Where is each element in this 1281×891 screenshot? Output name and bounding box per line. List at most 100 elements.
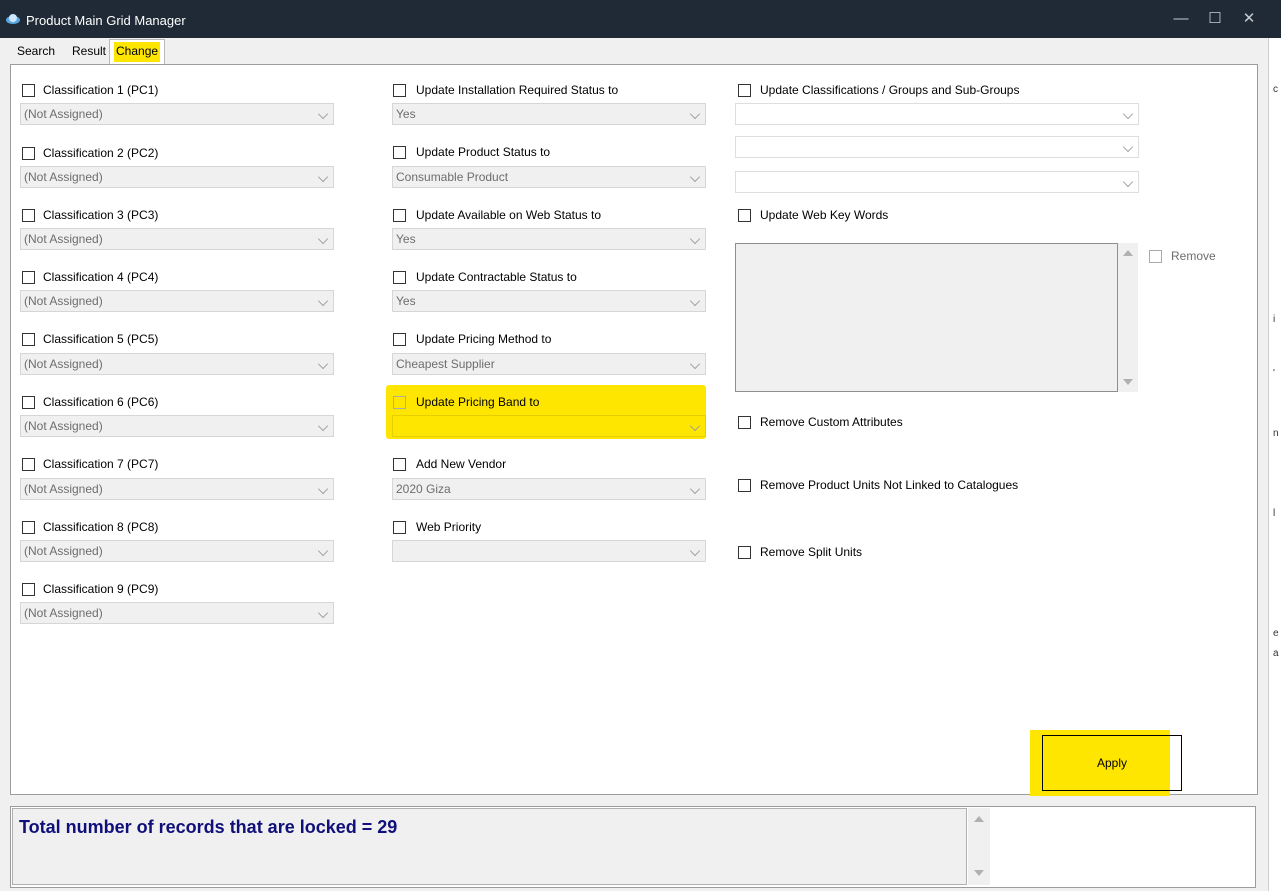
remove-custom-attributes-checkbox[interactable] [738, 416, 751, 429]
remove-product-units-label: Remove Product Units Not Linked to Catal… [760, 478, 1019, 492]
web-key-words-label: Update Web Key Words [760, 208, 889, 222]
dropdown-value: 2020 Giza [396, 482, 451, 496]
scroll-up-icon[interactable] [1123, 250, 1133, 256]
classification-2-label: Classification 2 (PC2) [43, 146, 159, 160]
dropdown-value: (Not Assigned) [24, 107, 103, 121]
dropdown-value: Yes [396, 107, 416, 121]
chevron-down-icon [689, 233, 701, 245]
contractable-status-label: Update Contractable Status to [416, 270, 577, 284]
web-priority-checkbox[interactable] [393, 521, 406, 534]
bg-text: ' [1273, 368, 1275, 379]
dropdown-value: (Not Assigned) [24, 357, 103, 371]
add-new-vendor-dropdown[interactable]: 2020 Giza [392, 478, 706, 500]
classification-4-label: Classification 4 (PC4) [43, 270, 159, 284]
classification-8-dropdown[interactable]: (Not Assigned) [20, 540, 334, 562]
chevron-down-icon [317, 420, 329, 432]
chevron-down-icon [317, 607, 329, 619]
classification-group-dropdown[interactable] [735, 103, 1139, 125]
sub-group-dropdown[interactable] [735, 171, 1139, 193]
chevron-down-icon [1122, 141, 1134, 153]
tab-change[interactable]: Change [109, 39, 166, 64]
chevron-down-icon [317, 358, 329, 370]
remove-split-units-label: Remove Split Units [760, 545, 863, 559]
chevron-down-icon [689, 108, 701, 120]
classification-5-checkbox[interactable] [22, 333, 35, 346]
dropdown-value: (Not Assigned) [24, 232, 103, 246]
scroll-down-icon[interactable] [974, 870, 984, 876]
maximize-button[interactable]: ☐ [1202, 8, 1228, 30]
dropdown-value: (Not Assigned) [24, 419, 103, 433]
status-scrollbar[interactable] [968, 808, 990, 885]
add-new-vendor-checkbox[interactable] [393, 458, 406, 471]
dropdown-value: Consumable Product [396, 170, 509, 184]
available-on-web-dropdown[interactable]: Yes [392, 228, 706, 250]
web-key-words-checkbox[interactable] [738, 209, 751, 222]
contractable-status-dropdown[interactable]: Yes [392, 290, 706, 312]
chevron-down-icon [317, 171, 329, 183]
classification-7-label: Classification 7 (PC7) [43, 457, 159, 471]
keywords-scrollbar[interactable] [1118, 243, 1138, 392]
classification-9-label: Classification 9 (PC9) [43, 582, 159, 596]
dropdown-value: (Not Assigned) [24, 606, 103, 620]
pricing-method-checkbox[interactable] [393, 333, 406, 346]
available-on-web-label: Update Available on Web Status to [416, 208, 602, 222]
product-status-checkbox[interactable] [393, 146, 406, 159]
classification-4-dropdown[interactable]: (Not Assigned) [20, 290, 334, 312]
background-window-edge: c i ' n l e a [1268, 38, 1281, 891]
pricing-band-label: Update Pricing Band to [416, 395, 540, 409]
available-on-web-checkbox[interactable] [393, 209, 406, 222]
classification-6-dropdown[interactable]: (Not Assigned) [20, 415, 334, 437]
bg-text: l [1273, 508, 1276, 519]
contractable-status-checkbox[interactable] [393, 271, 406, 284]
scroll-down-icon[interactable] [1123, 379, 1133, 385]
pricing-method-dropdown[interactable]: Cheapest Supplier [392, 353, 706, 375]
classification-7-checkbox[interactable] [22, 458, 35, 471]
dropdown-value: Cheapest Supplier [396, 357, 495, 371]
update-groups-checkbox[interactable] [738, 84, 751, 97]
remove-product-units-checkbox[interactable] [738, 479, 751, 492]
locked-records-text: Total number of records that are locked … [19, 817, 398, 837]
classification-9-dropdown[interactable]: (Not Assigned) [20, 602, 334, 624]
chevron-down-icon [689, 483, 701, 495]
tab-result[interactable]: Result [72, 44, 106, 58]
dropdown-value: (Not Assigned) [24, 294, 103, 308]
bg-text: i [1273, 314, 1276, 325]
product-status-dropdown[interactable]: Consumable Product [392, 166, 706, 188]
remove-keywords-checkbox[interactable] [1149, 250, 1162, 263]
classification-2-dropdown[interactable]: (Not Assigned) [20, 166, 334, 188]
dropdown-value: (Not Assigned) [24, 482, 103, 496]
scroll-up-icon[interactable] [974, 816, 984, 822]
chevron-down-icon [317, 545, 329, 557]
classification-5-dropdown[interactable]: (Not Assigned) [20, 353, 334, 375]
web-key-words-textarea[interactable] [735, 243, 1118, 392]
classification-8-checkbox[interactable] [22, 521, 35, 534]
pricing-band-dropdown[interactable] [392, 415, 706, 437]
classification-4-checkbox[interactable] [22, 271, 35, 284]
remove-custom-attributes-label: Remove Custom Attributes [760, 415, 903, 429]
apply-button[interactable]: Apply [1042, 735, 1182, 791]
remove-split-units-checkbox[interactable] [738, 546, 751, 559]
installation-required-dropdown[interactable]: Yes [392, 103, 706, 125]
chevron-down-icon [1122, 108, 1134, 120]
pricing-band-checkbox[interactable] [393, 396, 406, 409]
classification-3-checkbox[interactable] [22, 209, 35, 222]
classification-2-checkbox[interactable] [22, 147, 35, 160]
dropdown-value: Yes [396, 294, 416, 308]
tab-search[interactable]: Search [17, 44, 55, 58]
classification-6-checkbox[interactable] [22, 396, 35, 409]
classification-3-dropdown[interactable]: (Not Assigned) [20, 228, 334, 250]
minimize-button[interactable]: — [1168, 8, 1194, 30]
classification-3-label: Classification 3 (PC3) [43, 208, 159, 222]
web-priority-dropdown[interactable] [392, 540, 706, 562]
installation-required-checkbox[interactable] [393, 84, 406, 97]
classification-1-label: Classification 1 (PC1) [43, 83, 159, 97]
classification-1-dropdown[interactable]: (Not Assigned) [20, 103, 334, 125]
classification-1-checkbox[interactable] [22, 84, 35, 97]
close-button[interactable]: ✕ [1236, 8, 1262, 30]
update-groups-label: Update Classifications / Groups and Sub-… [760, 83, 1020, 97]
group-dropdown[interactable] [735, 136, 1139, 158]
chevron-down-icon [317, 295, 329, 307]
bg-text: e [1273, 628, 1279, 639]
classification-9-checkbox[interactable] [22, 583, 35, 596]
classification-7-dropdown[interactable]: (Not Assigned) [20, 478, 334, 500]
